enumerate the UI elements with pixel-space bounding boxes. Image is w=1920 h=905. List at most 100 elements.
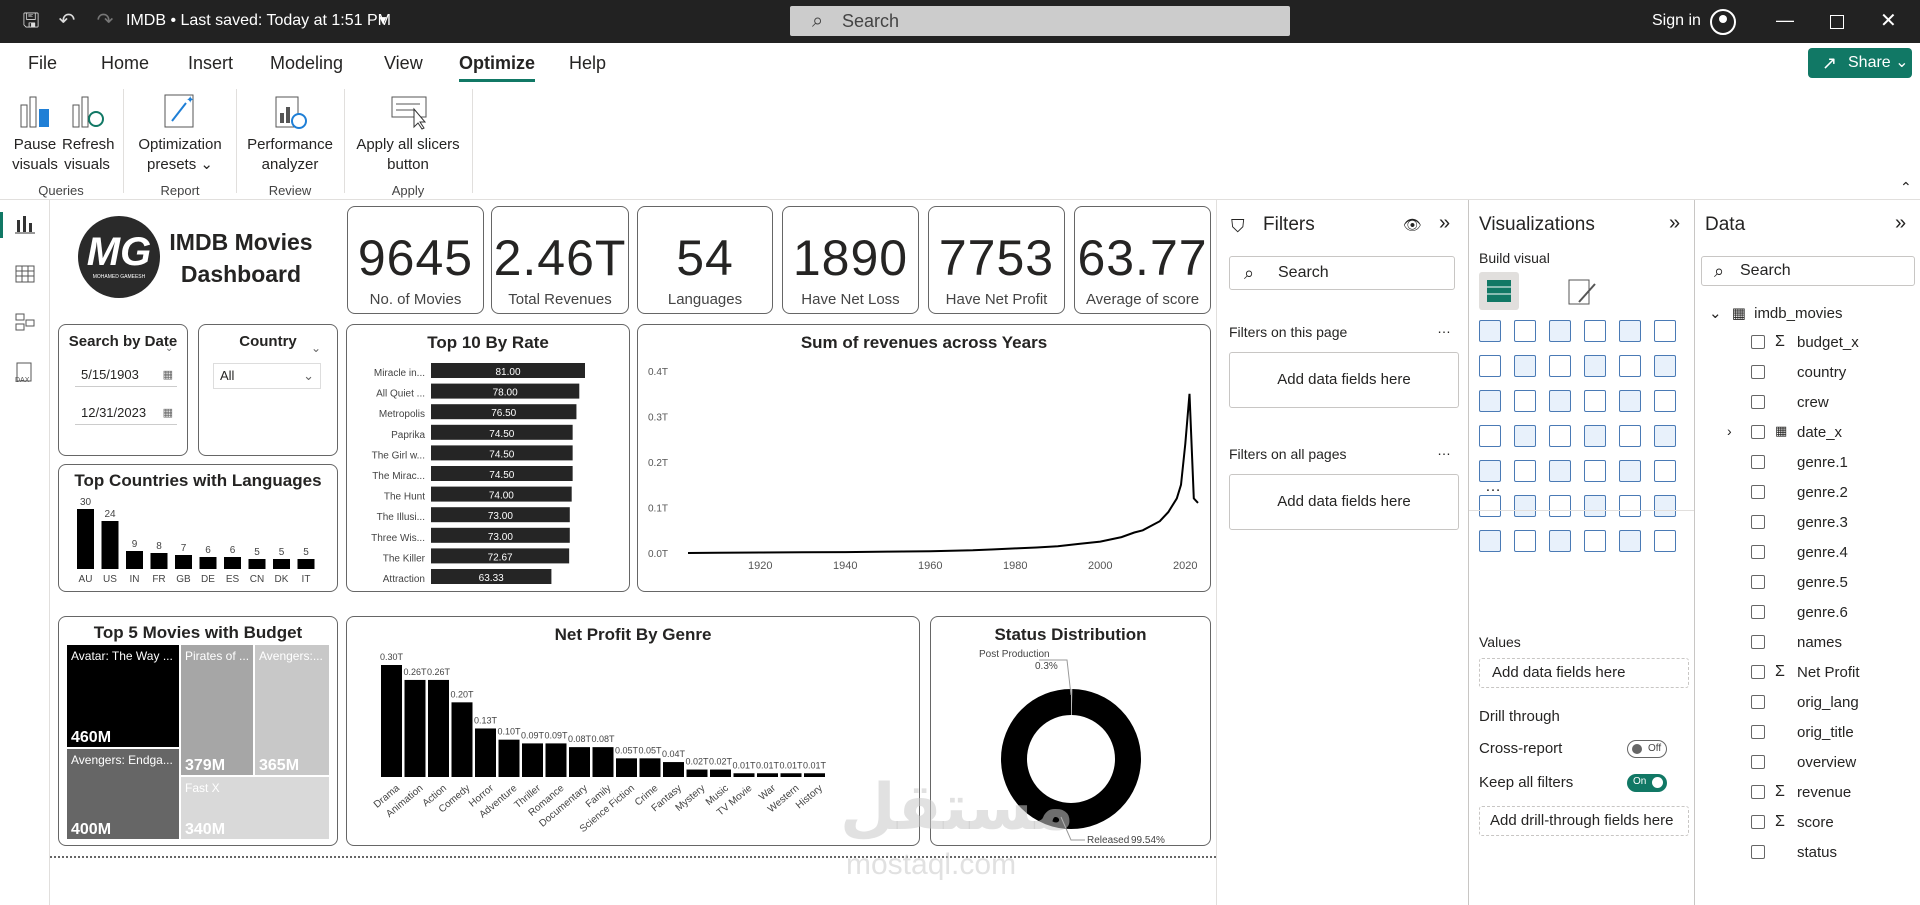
country-dropdown[interactable]: All ⌄ (213, 363, 321, 389)
eye-icon[interactable]: 👁 (1403, 216, 1422, 234)
model-view-icon[interactable] (14, 312, 36, 334)
map-icon[interactable] (1514, 425, 1536, 447)
data-field-item[interactable]: status (1751, 844, 1911, 864)
filled-map-icon[interactable] (1549, 425, 1571, 447)
calendar-icon[interactable]: ▦ (163, 363, 173, 387)
chevron-icon[interactable] (1654, 530, 1676, 552)
area-icon[interactable] (1514, 355, 1536, 377)
filters-on-all-pages-dropzone[interactable]: Add data fields here (1229, 474, 1459, 530)
data-field-item[interactable]: genre.6 (1751, 604, 1911, 624)
kpi-card-average-score[interactable]: 63.77 Average of score (1074, 206, 1211, 314)
treemap-tile[interactable]: Fast X 340M (181, 777, 329, 839)
data-field-item[interactable]: genre.1 (1751, 454, 1911, 474)
scatter-icon[interactable] (1584, 390, 1606, 412)
smart-narrative-icon[interactable] (1619, 495, 1641, 517)
data-field-item[interactable]: Σ Net Profit (1751, 663, 1911, 684)
data-field-item[interactable]: genre.2 (1751, 484, 1911, 504)
kpi-card-revenues[interactable]: 2.46T Total Revenues (491, 206, 629, 314)
field-checkbox[interactable] (1751, 785, 1765, 799)
data-field-item[interactable]: genre.3 (1751, 514, 1911, 534)
treemap-tile[interactable]: Pirates of ... 379M (181, 645, 253, 775)
100-column-icon[interactable] (1654, 320, 1676, 342)
data-field-item[interactable]: genre.5 (1751, 574, 1911, 594)
table-node[interactable]: ⌄ ▦ imdb_movies (1709, 304, 1842, 322)
kpi-card-net-loss[interactable]: 1890 Have Net Loss (782, 206, 919, 314)
data-field-item[interactable]: › ▦ date_x (1727, 423, 1911, 444)
field-checkbox[interactable] (1751, 455, 1765, 469)
filters-on-page-dropzone[interactable]: Add data fields here (1229, 352, 1459, 408)
drill-through-dropzone[interactable]: Add drill-through fields here (1479, 806, 1689, 836)
field-checkbox[interactable] (1751, 635, 1765, 649)
avatar[interactable] (1710, 9, 1736, 35)
data-field-item[interactable]: genre.4 (1751, 544, 1911, 564)
end-date-input[interactable]: 12/31/2023 ▦ (75, 401, 177, 425)
shape-icon[interactable] (1549, 530, 1571, 552)
data-field-item[interactable]: orig_lang (1751, 694, 1911, 714)
kpi-card-languages[interactable]: 54 Languages (637, 206, 773, 314)
data-field-item[interactable]: crew (1751, 394, 1911, 414)
chevron-down-icon[interactable]: ⌄ (311, 341, 321, 355)
build-visual-tab[interactable] (1479, 272, 1519, 310)
slicer-icon[interactable] (1549, 460, 1571, 482)
revenues-line-chart[interactable]: Sum of revenues across Years 0.0T 0.1T 0.2… (637, 324, 1211, 592)
azure-map-icon[interactable] (1584, 425, 1606, 447)
new-card-icon[interactable] (1514, 530, 1536, 552)
close-icon[interactable]: ✕ (1880, 8, 1897, 33)
line-icon[interactable] (1479, 355, 1501, 377)
field-checkbox[interactable] (1751, 845, 1765, 859)
sign-in-link[interactable]: Sign in (1652, 12, 1701, 30)
treemap-tile[interactable]: Avengers: Endga... 400M (67, 749, 179, 839)
field-checkbox[interactable] (1751, 545, 1765, 559)
top-countries-chart[interactable]: Top Countries with Languages 30 AU 24 US 9 IN… (58, 464, 338, 592)
menu-file[interactable]: File (28, 53, 57, 74)
data-search-input[interactable]: ⌕ Search (1701, 256, 1915, 286)
line-stacked-icon[interactable] (1654, 355, 1676, 377)
stacked-bar-icon[interactable] (1479, 320, 1501, 342)
pie-icon[interactable] (1619, 390, 1641, 412)
collapse-pane-icon[interactable]: » (1669, 212, 1680, 235)
chevron-down-icon[interactable]: ⌄ (165, 343, 173, 354)
field-checkbox[interactable] (1751, 695, 1765, 709)
collapse-ribbon-icon[interactable]: ⌃ (1900, 179, 1912, 196)
clustered-bar-icon[interactable] (1549, 320, 1571, 342)
top-10-by-rate-chart[interactable]: Top 10 By Rate Miracle in... 81.00 All Qui… (346, 324, 630, 592)
data-field-item[interactable]: Σscore (1751, 813, 1911, 834)
more-visuals-icon[interactable]: … (1485, 478, 1501, 496)
qa-icon[interactable] (1584, 495, 1606, 517)
ribbon-icon[interactable] (1479, 390, 1501, 412)
data-field-item[interactable]: Σbudget_x (1751, 333, 1911, 354)
optimization-presets-button[interactable]: ✦ Optimization presets ⌄ (132, 91, 228, 175)
clustered-column-icon[interactable] (1584, 320, 1606, 342)
undo-icon[interactable]: ↶ (56, 10, 78, 32)
menu-insert[interactable]: Insert (188, 53, 233, 74)
kpi-card-movies[interactable]: 9645 No. of Movies (347, 206, 484, 314)
refresh-visuals-button[interactable]: Refresh visuals (62, 91, 115, 175)
field-checkbox[interactable] (1751, 755, 1765, 769)
menu-view[interactable]: View (384, 53, 423, 74)
window-title[interactable]: IMDB • Last saved: Today at 1:51 PM (126, 12, 391, 30)
net-profit-by-genre-chart[interactable]: Net Profit By Genre 0.30T Drama 0.26T Anima… (346, 616, 920, 846)
field-checkbox[interactable] (1751, 665, 1765, 679)
cross-report-toggle[interactable]: Off (1627, 740, 1667, 758)
donut-icon[interactable] (1654, 390, 1676, 412)
menu-help[interactable]: Help (569, 53, 606, 74)
calendar-icon[interactable]: ▦ (163, 401, 173, 425)
stacked-column-icon[interactable] (1514, 320, 1536, 342)
menu-modeling[interactable]: Modeling (270, 53, 343, 74)
r-visual-icon[interactable] (1654, 460, 1676, 482)
more-options-icon[interactable]: … (1437, 442, 1451, 458)
funnel-icon[interactable] (1549, 390, 1571, 412)
paginated-icon[interactable] (1479, 530, 1501, 552)
button-icon[interactable] (1584, 530, 1606, 552)
waterfall-icon[interactable] (1514, 390, 1536, 412)
python-visual-icon[interactable] (1479, 495, 1501, 517)
kpi-icon[interactable] (1514, 460, 1536, 482)
treemap-tile[interactable]: Avatar: The Way ... 460M (67, 645, 179, 747)
collapse-pane-icon[interactable]: » (1439, 212, 1450, 235)
field-checkbox[interactable] (1751, 605, 1765, 619)
data-field-item[interactable]: Σrevenue (1751, 783, 1911, 804)
report-view-icon[interactable] (14, 214, 36, 236)
field-checkbox[interactable] (1751, 815, 1765, 829)
chevron-down-icon[interactable]: ▼ (377, 13, 389, 27)
field-checkbox[interactable] (1751, 515, 1765, 529)
